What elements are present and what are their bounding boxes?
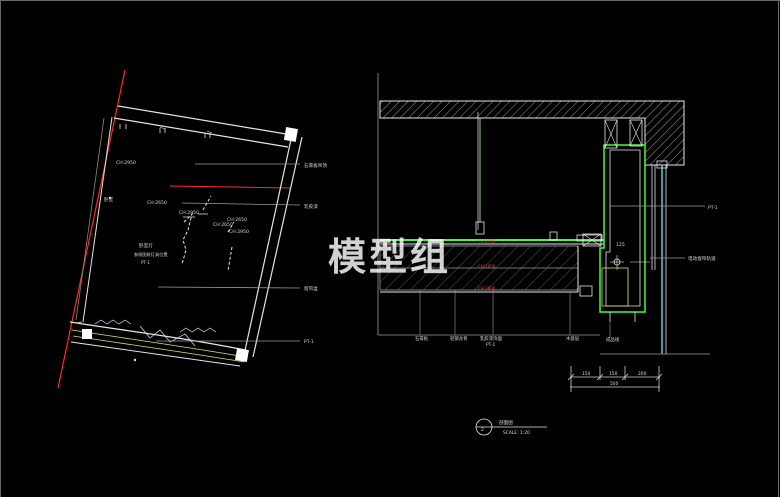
plan-label-left-a: 卧室: [104, 196, 114, 203]
left-plan: CH:2950 CH:2650 CH:2950 CH:2650 CH:2950 …: [57, 69, 327, 389]
plan-label-mid-a: 卧室灯: [139, 242, 153, 249]
dimension-chain: 150 150 200 500: [567, 366, 663, 392]
plan-label-mid-c: PT-1: [141, 260, 150, 265]
red-mark-line: [169, 185, 291, 189]
dim-3: 200: [638, 371, 647, 377]
section-label-b3: 乳胶漆饰面: [480, 335, 503, 342]
plan-label-r2: 乳胶漆: [304, 203, 318, 210]
column-top-right: [283, 127, 298, 142]
section-label-b1: 石膏板: [415, 335, 429, 342]
plan-label-l6: CH:2650: [227, 217, 247, 223]
section-label-b2: 轻钢龙骨: [450, 335, 468, 342]
section-label-b3b: PT-1: [486, 342, 496, 348]
plan-label-l1: CH:2950: [116, 160, 136, 166]
plan-label-mid-b: 参照图纸灯具位置: [134, 251, 168, 258]
plan-label-r3: 窗帘盒: [304, 285, 318, 292]
plan-label-l2: CH:2650: [147, 200, 167, 206]
plan-label-r1: 石膏板吊顶: [304, 162, 327, 169]
column-bottom-left: [82, 329, 92, 339]
section-red-c2: CH:2650: [478, 264, 496, 269]
plan-label-r4: PT-1: [304, 339, 314, 345]
section-red-c1: CH:2700: [478, 239, 496, 244]
concrete-slab: [379, 100, 685, 166]
curtain-box: [599, 144, 646, 313]
title-text: 剖面图: [499, 419, 513, 426]
dim-total: 500: [610, 381, 619, 387]
section-label-mark-a: 125: [616, 242, 625, 248]
section-label-r1: PT-1: [708, 205, 718, 211]
plan-label-l5: CH:2950: [229, 229, 249, 235]
title-block: 2 剖面图 SCALE: 1:20: [475, 418, 547, 436]
drawing-canvas: CH:2950 CH:2650 CH:2950 CH:2650 CH:2950 …: [0, 0, 780, 497]
section-label-b4: 木基层: [566, 335, 580, 342]
section-label-b5: 成品线: [606, 336, 620, 343]
column-bottom-right: [235, 348, 249, 362]
title-scale: SCALE: 1:20: [503, 430, 530, 436]
watermark-text: 模型组: [328, 235, 452, 279]
title-number: 2: [481, 427, 484, 433]
dim-1: 150: [582, 371, 591, 377]
plan-label-l3: CH:2950: [179, 210, 199, 216]
section-label-r2: 电动窗帘轨道: [688, 255, 716, 262]
dim-2: 150: [609, 371, 618, 377]
